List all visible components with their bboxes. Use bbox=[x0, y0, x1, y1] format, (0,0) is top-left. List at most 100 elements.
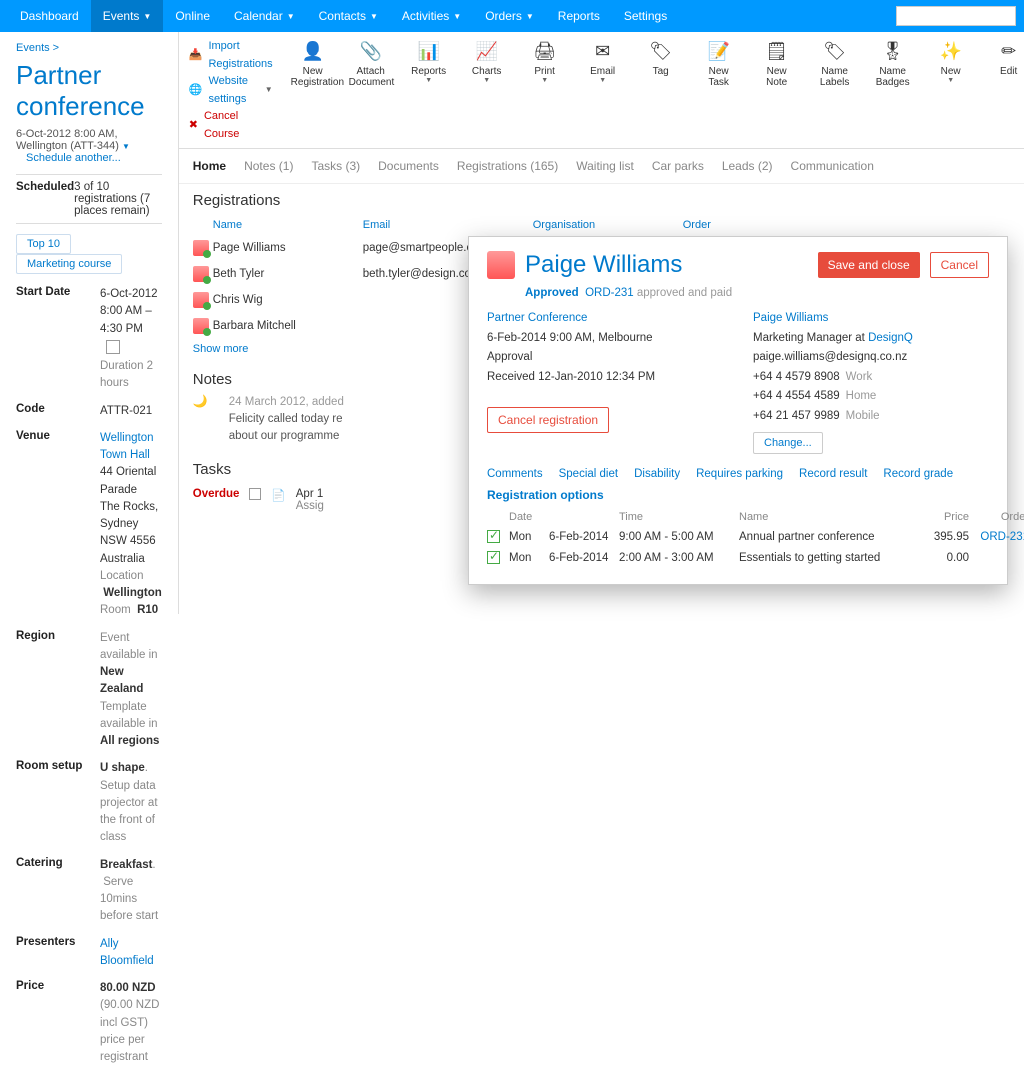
ribbon-icon: 👤 bbox=[300, 38, 326, 64]
ribbon-reports[interactable]: 📊Reports▼ bbox=[407, 38, 451, 84]
nav-calendar-label: Calendar bbox=[234, 9, 283, 23]
modal-tab-disability[interactable]: Disability bbox=[634, 468, 680, 480]
option-checkbox[interactable] bbox=[487, 551, 500, 564]
breadcrumb[interactable]: Events > bbox=[16, 42, 162, 54]
ribbon-email[interactable]: ✉Email▼ bbox=[581, 38, 625, 84]
opt-day: Mon bbox=[509, 552, 549, 564]
search-input[interactable] bbox=[896, 6, 1016, 26]
ribbon-attach-document[interactable]: 📎AttachDocument bbox=[349, 38, 393, 88]
ribbon-label: AttachDocument bbox=[349, 66, 393, 88]
modal-tab-comments[interactable]: Comments bbox=[487, 468, 543, 480]
org-link[interactable]: DesignQ bbox=[868, 332, 913, 344]
cancel-course-link[interactable]: ✖Cancel Course bbox=[189, 108, 273, 143]
tag-marketing[interactable]: Marketing course bbox=[16, 254, 122, 274]
ribbon-name-badges[interactable]: 🎖NameBadges bbox=[871, 38, 915, 88]
nav-contacts[interactable]: Contacts ▼ bbox=[307, 0, 390, 32]
event-detail-panel: Events > Partner conference 6-Oct-2012 8… bbox=[0, 32, 179, 614]
nav-events[interactable]: Events ▼ bbox=[91, 0, 164, 32]
nav-calendar[interactable]: Calendar ▼ bbox=[222, 0, 307, 32]
ribbon-charts[interactable]: 📈Charts▼ bbox=[465, 38, 509, 84]
phone-mobile: +64 21 457 9989 bbox=[753, 410, 840, 422]
nav-reports[interactable]: Reports bbox=[546, 0, 612, 32]
option-row[interactable]: Mon6-Feb-20149:00 AM - 5:00 AMAnnual par… bbox=[487, 526, 989, 547]
person-icon bbox=[193, 318, 209, 334]
option-row[interactable]: Mon6-Feb-20142:00 AM - 3:00 AMEssentials… bbox=[487, 547, 989, 568]
cancel-button[interactable]: Cancel bbox=[930, 252, 989, 278]
phone-work-label: Work bbox=[846, 371, 873, 383]
code-value: ATTR-021 bbox=[100, 403, 162, 420]
ribbon-name-labels[interactable]: 🏷NameLabels bbox=[813, 38, 857, 88]
col-order[interactable]: Order bbox=[683, 219, 783, 231]
tab-notes[interactable]: Notes (1) bbox=[244, 159, 293, 173]
nav-online[interactable]: Online bbox=[163, 0, 222, 32]
person-link[interactable]: Paige Williams bbox=[753, 312, 828, 324]
task-icon: 📄 bbox=[271, 488, 285, 502]
ribbon-label: Reports bbox=[407, 66, 451, 77]
modal-tab-requires-parking[interactable]: Requires parking bbox=[696, 468, 783, 480]
top-nav: Dashboard Events ▼ Online Calendar ▼ Con… bbox=[0, 0, 1024, 32]
ribbon-icon: 📎 bbox=[358, 38, 384, 64]
task-line1: Apr 1 bbox=[296, 488, 324, 500]
modal-tab-record-result[interactable]: Record result bbox=[799, 468, 867, 480]
conference-link[interactable]: Partner Conference bbox=[487, 312, 587, 324]
note-line1: Felicity called today re bbox=[229, 413, 343, 425]
opt-order[interactable]: ORD-231 bbox=[969, 531, 1024, 543]
phone-mobile-label: Mobile bbox=[846, 410, 880, 422]
schedule-another-link[interactable]: Schedule another... bbox=[26, 152, 121, 164]
modal-tab-special-diet[interactable]: Special diet bbox=[559, 468, 618, 480]
col-name[interactable]: Name bbox=[213, 219, 363, 231]
venue-addr2: The Rocks, Sydney NSW 4556 bbox=[100, 501, 158, 548]
tab-communication[interactable]: Communication bbox=[791, 159, 874, 173]
ribbon-edit[interactable]: ✏Edit bbox=[987, 38, 1024, 77]
opt-price: 395.95 bbox=[909, 531, 969, 543]
ribbon-icon: ✉ bbox=[590, 38, 616, 64]
tab-waiting[interactable]: Waiting list bbox=[576, 159, 634, 173]
ribbon-new-note[interactable]: 🗒NewNote bbox=[755, 38, 799, 88]
tab-registrations[interactable]: Registrations (165) bbox=[457, 159, 558, 173]
ribbon-icon: 🎖 bbox=[880, 38, 906, 64]
change-button[interactable]: Change... bbox=[753, 432, 823, 454]
ribbon-icon: ✏ bbox=[996, 38, 1022, 64]
venue-link[interactable]: Wellington Town Hall bbox=[100, 432, 154, 461]
cancel-registration-button[interactable]: Cancel registration bbox=[487, 407, 609, 433]
ribbon-icon: ✨ bbox=[938, 38, 964, 64]
tab-home[interactable]: Home bbox=[193, 159, 226, 173]
order-link[interactable]: ORD-231 bbox=[585, 287, 634, 299]
task-checkbox[interactable] bbox=[249, 488, 261, 500]
tab-leads[interactable]: Leads (2) bbox=[722, 159, 773, 173]
ribbon-new-task[interactable]: 📝NewTask bbox=[697, 38, 741, 88]
ribbon-print[interactable]: 🖨Print▼ bbox=[523, 38, 567, 84]
opt-name: Annual partner conference bbox=[739, 531, 909, 543]
modal-tab-record-grade[interactable]: Record grade bbox=[883, 468, 953, 480]
tab-tasks[interactable]: Tasks (3) bbox=[311, 159, 360, 173]
ribbon-label: Email bbox=[581, 66, 625, 77]
ribbon-new-registration[interactable]: 👤NewRegistration bbox=[291, 38, 335, 88]
nav-settings[interactable]: Settings bbox=[612, 0, 679, 32]
roomsetup-label: Room setup bbox=[16, 760, 92, 846]
presenter-link[interactable]: Ally Bloomfield bbox=[100, 938, 154, 967]
ribbon-label: NewRegistration bbox=[291, 66, 335, 88]
nav-dashboard[interactable]: Dashboard bbox=[8, 0, 91, 32]
nav-orders[interactable]: Orders ▼ bbox=[473, 0, 546, 32]
globe-icon: 🌐 bbox=[189, 82, 203, 100]
calendar-icon[interactable] bbox=[106, 340, 120, 354]
ribbon-tag[interactable]: 🏷Tag bbox=[639, 38, 683, 77]
nav-activities[interactable]: Activities ▼ bbox=[390, 0, 473, 32]
save-and-close-button[interactable]: Save and close bbox=[818, 252, 920, 278]
option-checkbox[interactable] bbox=[487, 530, 500, 543]
start-date-label: Start Date bbox=[16, 286, 92, 393]
tab-car[interactable]: Car parks bbox=[652, 159, 704, 173]
website-settings-link[interactable]: 🌐Website settings ▼ bbox=[189, 73, 273, 108]
tag-top10[interactable]: Top 10 bbox=[16, 234, 71, 254]
chevron-down-icon[interactable]: ▼ bbox=[122, 142, 130, 151]
import-registrations-link[interactable]: 📥Import Registrations bbox=[189, 38, 273, 73]
ribbon-label: Charts bbox=[465, 66, 509, 77]
region2: Template available in All regions bbox=[100, 701, 159, 748]
import-label: Import Registrations bbox=[208, 38, 272, 73]
opt-time: 9:00 AM - 5:00 AM bbox=[619, 531, 739, 543]
ribbon-new[interactable]: ✨New▼ bbox=[929, 38, 973, 84]
col-email[interactable]: Email bbox=[363, 219, 533, 231]
person-icon bbox=[487, 251, 515, 279]
col-org[interactable]: Organisation bbox=[533, 219, 683, 231]
tab-documents[interactable]: Documents bbox=[378, 159, 439, 173]
